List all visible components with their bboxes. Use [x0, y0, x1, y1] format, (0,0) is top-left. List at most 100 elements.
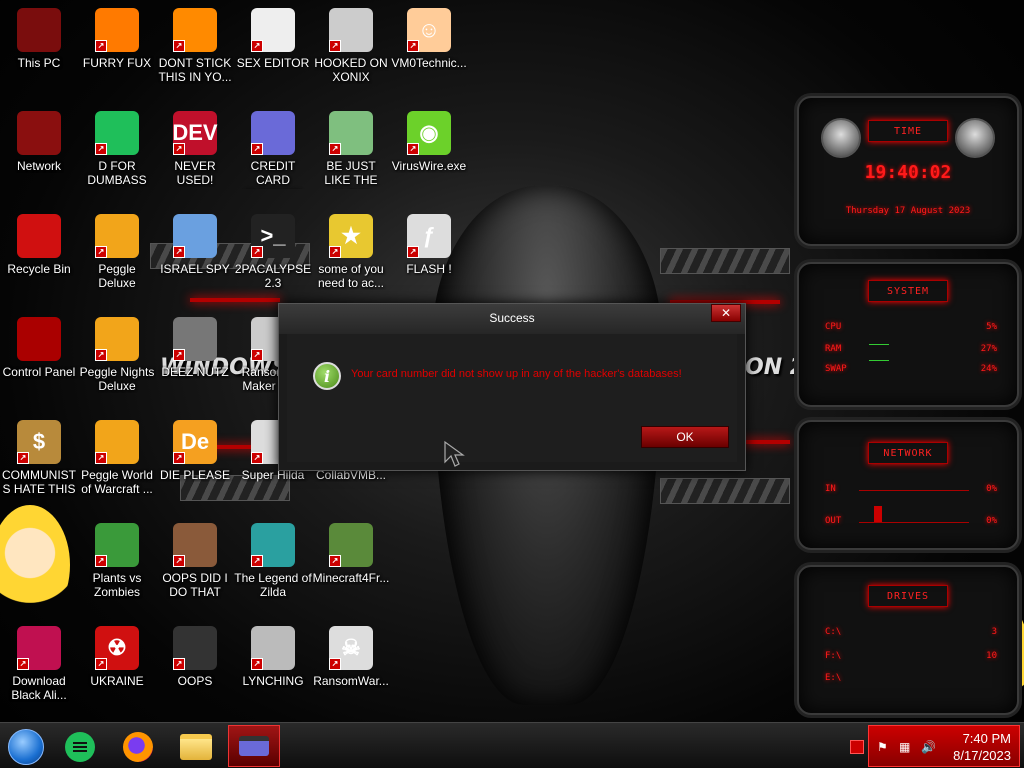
- xonix-icon: ↗: [329, 8, 373, 52]
- star-character-left: [0, 505, 70, 625]
- desktop-icon-label: LYNCHING: [242, 674, 304, 688]
- desktop-icon[interactable]: ↗ ISRAEL SPY: [156, 214, 234, 276]
- shortcut-arrow-icon: ↗: [95, 349, 107, 361]
- desktop-icon[interactable]: ↗ BE JUST LIKE THE DUDE!: [312, 111, 390, 189]
- spy-icon: ↗: [173, 214, 217, 258]
- desktop-icon[interactable]: ↗ Peggle World of Warcraft ...: [78, 420, 156, 496]
- shortcut-arrow-icon: ↗: [173, 246, 185, 258]
- desktop-icon[interactable]: ↗ FURRY FUX: [78, 8, 156, 70]
- desktop-icon[interactable]: DEV ↗ NEVER USED!: [156, 111, 234, 187]
- dialog-body: i Your card number did not show up in an…: [287, 334, 737, 462]
- start-button[interactable]: [4, 728, 48, 766]
- time-widget-title: TIME: [868, 120, 948, 142]
- shortcut-arrow-icon: ↗: [173, 143, 185, 155]
- desktop-icon[interactable]: ↗ Download Black Ali...: [0, 626, 78, 702]
- shortcut-arrow-icon: ↗: [407, 246, 419, 258]
- shortcut-arrow-icon: ↗: [95, 143, 107, 155]
- desktop-icon-label: 2PACALYPSE 2.3: [234, 262, 312, 290]
- hex-editor-icon: ↗: [251, 8, 295, 52]
- desktop-icon[interactable]: ↗ HOOKED ON XONIX: [312, 8, 390, 84]
- peggle-icon: ↗: [95, 317, 139, 361]
- desktop-icon[interactable]: ↗ SEX EDITOR: [234, 8, 312, 70]
- desktop-icon[interactable]: ↗ The Legend of Zilda: [234, 523, 312, 599]
- shortcut-arrow-icon: ↗: [251, 452, 263, 464]
- credit-card-icon: [239, 736, 269, 756]
- shortcut-arrow-icon: ↗: [251, 555, 263, 567]
- net-out-graph: [859, 522, 969, 523]
- drive-c-label: C:\: [825, 627, 842, 637]
- desktop-icon[interactable]: ↗ OOPS: [156, 626, 234, 688]
- radiation-icon: ☢ ↗: [95, 626, 139, 670]
- drive-c-value: 3: [991, 627, 997, 637]
- volume-icon[interactable]: 🔊: [921, 740, 936, 754]
- desktop-icon[interactable]: >_ ↗ 2PACALYPSE 2.3: [234, 214, 312, 290]
- desktop-icon[interactable]: ☠ ↗ RansomWar...: [312, 626, 390, 688]
- success-dialog: Success ✕ i Your card number did not sho…: [278, 303, 746, 471]
- shortcut-arrow-icon: ↗: [329, 555, 341, 567]
- desktop-icon[interactable]: ↗ LYNCHING: [234, 626, 312, 688]
- network-row-in: IN 0%: [825, 484, 997, 494]
- desktop-icon-label: CREDIT CARD CHECKER: [244, 159, 303, 189]
- desktop-icon[interactable]: ↗ D FOR DUMBASS: [78, 111, 156, 187]
- desktop-icon[interactable]: ★ ↗ some of you need to ac...: [312, 214, 390, 290]
- taskbar: ⚑ ▦ 🔊 7:40 PM 8/17/2023: [0, 722, 1024, 768]
- net-in-graph: [859, 490, 969, 491]
- chat-icon: ↗: [95, 111, 139, 155]
- desktop-icon-label: Peggle Deluxe: [98, 262, 136, 290]
- desktop-icon-label: Network: [16, 159, 61, 173]
- desktop-icon[interactable]: ↗ OOPS DID I DO THAT: [156, 523, 234, 599]
- shortcut-arrow-icon: ↗: [251, 40, 263, 52]
- shortcut-arrow-icon: ↗: [251, 349, 263, 361]
- desktop-icon[interactable]: ☢ ↗ UKRAINE: [78, 626, 156, 688]
- ok-button[interactable]: OK: [641, 426, 729, 448]
- flag-icon[interactable]: ⚑: [877, 740, 888, 754]
- shortcut-arrow-icon: ↗: [251, 658, 263, 670]
- desktop-icon[interactable]: This PC: [0, 8, 78, 70]
- desktop-icon[interactable]: $↗ COMMUNISTS HATE THIS G...: [0, 420, 78, 498]
- desktop-icon[interactable]: ◉ ↗ VirusWire.exe: [390, 111, 468, 173]
- folder-icon: [180, 734, 212, 760]
- desktop-icon[interactable]: ☺ ↗ VM0Technic...: [390, 8, 468, 70]
- monitor-icon: [17, 8, 61, 52]
- dialog-close-button[interactable]: ✕: [711, 304, 741, 322]
- net-in-value: 0%: [986, 484, 997, 494]
- shortcut-arrow-icon: ↗: [17, 658, 29, 670]
- swap-label: SWAP: [825, 364, 847, 374]
- ram-label: RAM: [825, 344, 842, 354]
- desktop-icon[interactable]: De ↗ DIE PLEASE: [156, 420, 234, 482]
- network-widget-title: NETWORK: [868, 442, 948, 464]
- dialog-titlebar[interactable]: Success ✕: [279, 304, 745, 334]
- desktop-icon[interactable]: ↗ Peggle Deluxe: [78, 214, 156, 290]
- desktop-icon[interactable]: ↗ DEEZ NUTZ: [156, 317, 234, 379]
- shortcut-arrow-icon: ↗: [95, 658, 107, 670]
- taskbar-clock[interactable]: 7:40 PM 8/17/2023: [953, 730, 1011, 764]
- desktop-icon[interactable]: Control Panel: [0, 317, 78, 379]
- desktop-icon-label: HOOKED ON XONIX: [314, 56, 388, 84]
- desktop-icon[interactable]: ↗ Minecraft4Fr...: [312, 523, 390, 585]
- desktop-icon[interactable]: Recycle Bin: [0, 214, 78, 276]
- time-widget: TIME 19:40:02 Thursday 17 August 2023: [797, 96, 1019, 246]
- desktop-icon[interactable]: Network: [0, 111, 78, 173]
- wallpaper-bar: [660, 478, 790, 504]
- show-hidden-icons-button[interactable]: [850, 740, 864, 754]
- oops-icon: ↗: [173, 626, 217, 670]
- wallpaper-red-stripe: [190, 298, 280, 302]
- taskbar-credit-card-checker[interactable]: [228, 725, 280, 767]
- clock-time: 7:40 PM: [962, 731, 1011, 746]
- network-tray-icon[interactable]: ▦: [899, 740, 910, 754]
- desktop-icon-label: FLASH !: [406, 262, 452, 276]
- desktop-icon[interactable]: ↗ Plants vs Zombies: [78, 523, 156, 599]
- taskbar-firefox[interactable]: [116, 728, 160, 766]
- desktop-icon[interactable]: ↗ Peggle Nights Deluxe: [78, 317, 156, 393]
- system-row-swap: SWAP 24%: [825, 364, 997, 374]
- taskbar-chat[interactable]: [58, 728, 102, 766]
- shortcut-arrow-icon: ↗: [173, 555, 185, 567]
- desktop-icon[interactable]: ↗ DONT STICK THIS IN YO...: [156, 8, 234, 84]
- taskbar-explorer[interactable]: [174, 728, 218, 766]
- de-icon: De ↗: [173, 420, 217, 464]
- desktop-icon[interactable]: ƒ ↗ FLASH !: [390, 214, 468, 276]
- desktop-icon[interactable]: ↗ CREDIT CARD CHECKER: [234, 111, 312, 189]
- ram-graph-line: [869, 344, 889, 345]
- shortcut-arrow-icon: ↗: [329, 143, 341, 155]
- desktop-icon-label: VirusWire.exe: [391, 159, 467, 173]
